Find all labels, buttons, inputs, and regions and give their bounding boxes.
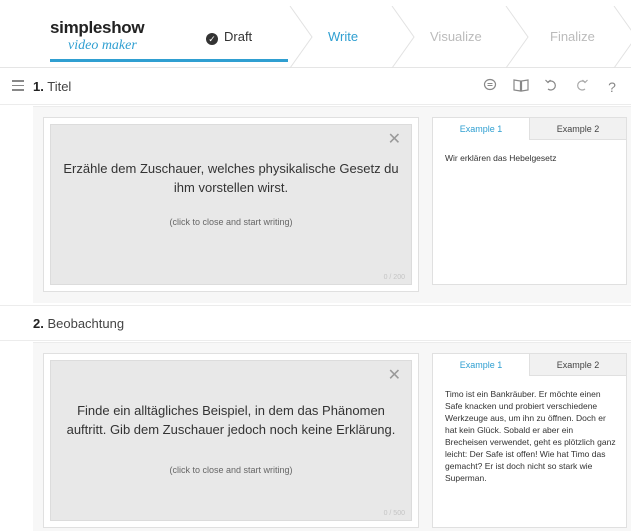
section-2-header: 2. Beobachtung (0, 305, 631, 341)
undo-icon[interactable] (538, 77, 564, 97)
tab-example-2[interactable]: Example 2 (529, 354, 626, 376)
step-finalize[interactable]: Finalize (550, 6, 595, 68)
section-1-panel: ✕ Erzähle dem Zuschauer, welches physika… (33, 106, 631, 303)
tab-example-1[interactable]: Example 1 (433, 118, 529, 140)
examples-tabs: Example 1 Example 2 (433, 118, 626, 140)
hint-message: Erzähle dem Zuschauer, welches physikali… (63, 161, 399, 195)
logo-sub-text: video maker (68, 38, 137, 53)
hamburger-menu-icon[interactable] (12, 80, 24, 91)
chevron-separator-icon (390, 6, 420, 68)
step-finalize-label: Finalize (550, 29, 595, 44)
section-2-title-text: Beobachtung (47, 316, 125, 331)
chevron-separator-icon (504, 6, 534, 68)
close-icon[interactable]: ✕ (388, 129, 401, 149)
examples-tabs: Example 1 Example 2 (433, 354, 626, 376)
section-1-header: 1. Titel ? (0, 69, 631, 105)
chevron-separator-icon (288, 6, 318, 68)
simpleshow-logo[interactable]: simpleshow video maker (50, 18, 162, 58)
help-icon[interactable]: ? (599, 77, 625, 97)
logo-underline (50, 59, 168, 62)
hint-instruction: (click to close and start writing) (169, 217, 293, 227)
tab-example-2[interactable]: Example 2 (529, 118, 626, 140)
section-2-editor[interactable]: ✕ Finde ein alltägliches Beispiel, in de… (43, 353, 419, 528)
section-1-title-text: Titel (47, 79, 72, 94)
comment-icon[interactable] (477, 77, 503, 97)
chevron-separator-icon (612, 6, 631, 68)
tab-example-1[interactable]: Example 1 (433, 354, 529, 376)
examples-box: Example 1 Example 2 Wir erklären das Heb… (432, 117, 627, 285)
draft-step-underline (168, 59, 288, 62)
step-draft-label: Draft (224, 29, 253, 44)
section-1-title: 1. Titel (33, 79, 71, 94)
section-1-number: 1. (33, 79, 44, 94)
step-visualize-label: Visualize (430, 29, 482, 44)
step-visualize[interactable]: Visualize (430, 6, 482, 68)
hint-message: Finde ein alltägliches Beispiel, in dem … (66, 403, 396, 437)
section-toolbar: ? (477, 77, 625, 97)
character-counter: 0 / 200 (383, 274, 405, 281)
section-1-editor[interactable]: ✕ Erzähle dem Zuschauer, welches physika… (43, 117, 419, 292)
section-2-title: 2. Beobachtung (33, 316, 124, 331)
section-2-panel: ✕ Finde ein alltägliches Beispiel, in de… (33, 342, 631, 531)
example-text: Timo ist ein Bankräuber. Er möchte einen… (445, 389, 616, 483)
section-2-number: 2. (33, 316, 44, 331)
hint-instruction: (click to close and start writing) (169, 465, 293, 475)
book-icon[interactable] (508, 77, 534, 97)
redo-icon[interactable] (569, 77, 595, 97)
writing-hint-overlay[interactable]: ✕ Finde ein alltägliches Beispiel, in de… (50, 360, 412, 521)
writing-hint-overlay[interactable]: ✕ Erzähle dem Zuschauer, welches physika… (50, 124, 412, 285)
close-icon[interactable]: ✕ (388, 365, 401, 385)
step-write[interactable]: Write (328, 6, 358, 68)
logo-main-text: simpleshow (50, 18, 145, 37)
example-text: Wir erklären das Hebelgesetz (445, 153, 557, 163)
check-circle-icon: ✓ (206, 33, 218, 45)
step-write-label: Write (328, 29, 359, 44)
character-counter: 0 / 500 (383, 510, 405, 517)
examples-box: Example 1 Example 2 Timo ist ein Bankräu… (432, 353, 627, 528)
